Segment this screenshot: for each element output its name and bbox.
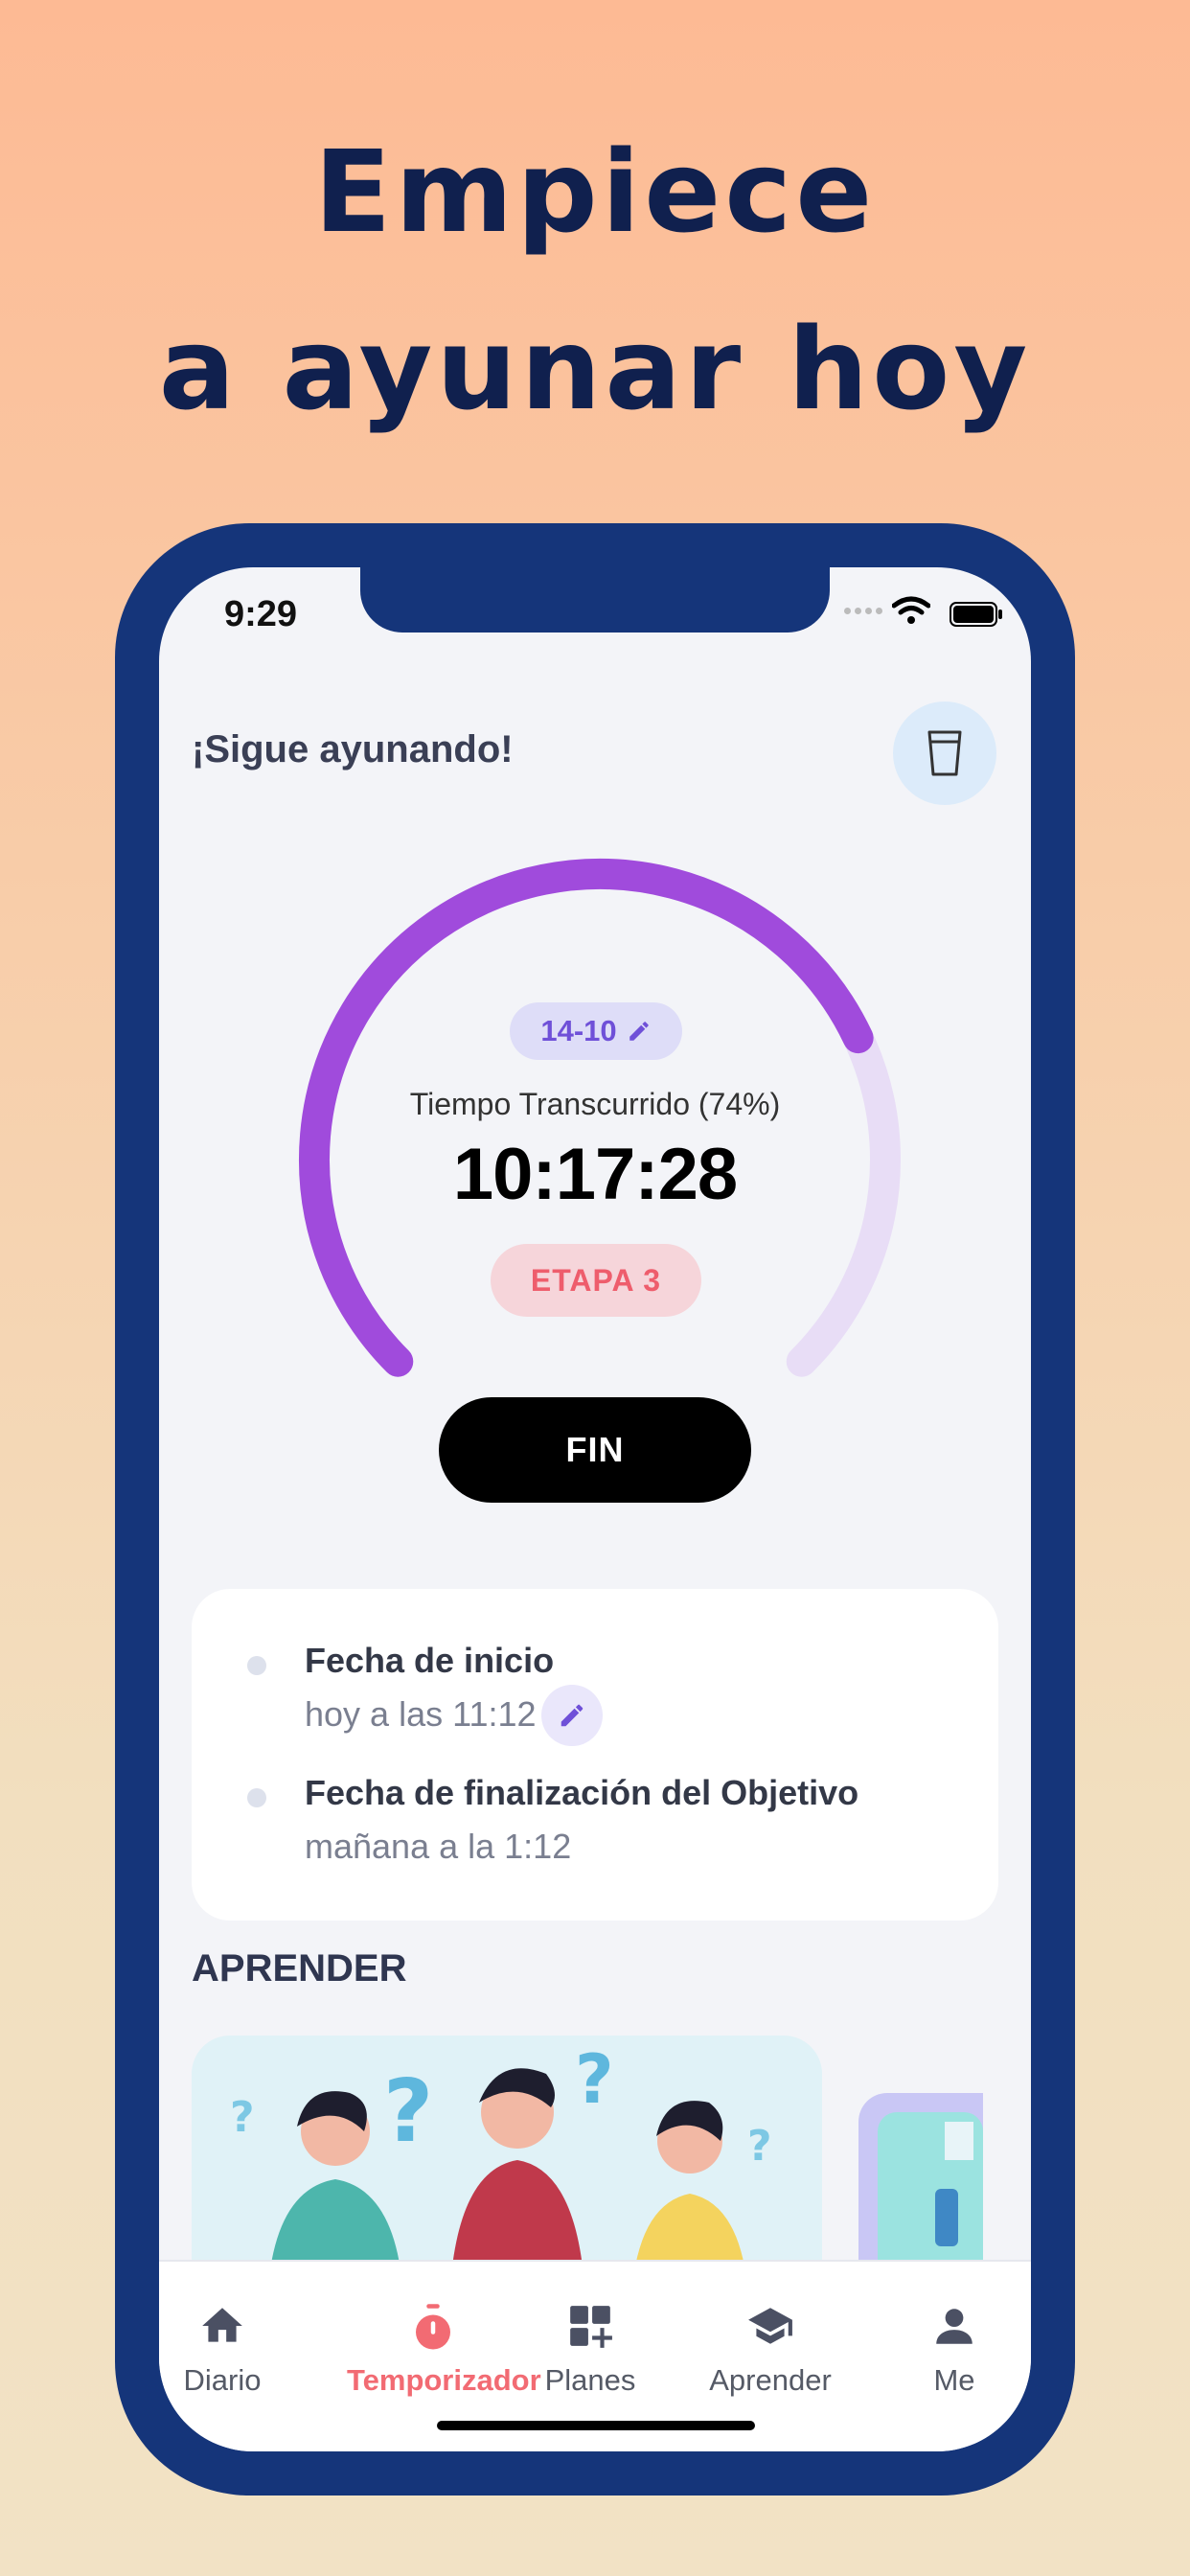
phone-screen: 9:29 ¡Sigue ayunando! 14-10 Tiempo Trans… <box>159 567 1031 2451</box>
home-indicator <box>437 2421 755 2430</box>
phone-frame: 9:29 ¡Sigue ayunando! 14-10 Tiempo Trans… <box>115 523 1075 2496</box>
fast-info-card: Fecha de inicio hoy a las 11:12 Fecha de… <box>192 1589 998 1920</box>
stopwatch-icon <box>416 2304 450 2350</box>
glass-icon <box>927 730 962 776</box>
start-date-value: hoy a las 11:12 <box>305 1694 537 1734</box>
goal-date-title: Fecha de finalización del Objetivo <box>305 1773 859 1812</box>
people-questions-illustration: ? ? ? ? <box>230 2040 772 2285</box>
plan-label: 14-10 <box>540 1014 617 1047</box>
svg-text:?: ? <box>383 2061 433 2162</box>
tab-label: Aprender <box>709 2363 832 2397</box>
notch <box>360 567 830 632</box>
battery-icon <box>950 602 1002 627</box>
tab-label: Temporizador <box>347 2363 541 2397</box>
tab-label: Me <box>933 2363 975 2397</box>
tab-label: Planes <box>544 2363 636 2397</box>
learn-section-title: APRENDER <box>192 1947 407 1990</box>
elapsed-time: 10:17:28 <box>452 1134 738 1215</box>
goal-date-value: mañana a la 1:12 <box>305 1827 572 1866</box>
headline-line-1: Empiece <box>313 126 877 258</box>
timeline-dot <box>247 1656 266 1675</box>
learn-article-card[interactable] <box>858 2093 983 2285</box>
water-tracker-button[interactable] <box>893 702 996 805</box>
grid-plus-icon <box>570 2306 612 2348</box>
tab-label: Diario <box>183 2363 262 2397</box>
wifi-icon <box>892 596 930 624</box>
person-icon <box>936 2309 973 2344</box>
svg-text:?: ? <box>747 2122 772 2171</box>
pencil-icon <box>561 1704 584 1727</box>
signal-dots-icon <box>844 608 882 614</box>
status-time: 9:29 <box>224 594 298 634</box>
start-date-title: Fecha de inicio <box>305 1641 555 1680</box>
learn-article-card[interactable]: ? ? ? ? <box>192 2036 822 2285</box>
timeline-dot <box>247 1788 266 1807</box>
pencil-icon <box>629 1022 649 1041</box>
edit-start-button[interactable] <box>541 1685 603 1746</box>
svg-text:?: ? <box>575 2040 614 2119</box>
fasting-plan-pill[interactable]: 14-10 <box>510 1002 682 1060</box>
svg-text:?: ? <box>230 2093 255 2142</box>
greeting-title: ¡Sigue ayunando! <box>192 728 514 770</box>
graduation-cap-icon <box>748 2308 792 2344</box>
elapsed-label: Tiempo Transcurrido (74%) <box>409 1087 781 1121</box>
headline-line-2: a ayunar hoy <box>158 303 1032 435</box>
stage-badge[interactable]: ETAPA 3 <box>491 1244 701 1317</box>
water-bottle-illustration <box>878 2112 983 2285</box>
home-icon <box>202 2308 242 2342</box>
end-fast-button[interactable]: FIN <box>439 1397 751 1503</box>
